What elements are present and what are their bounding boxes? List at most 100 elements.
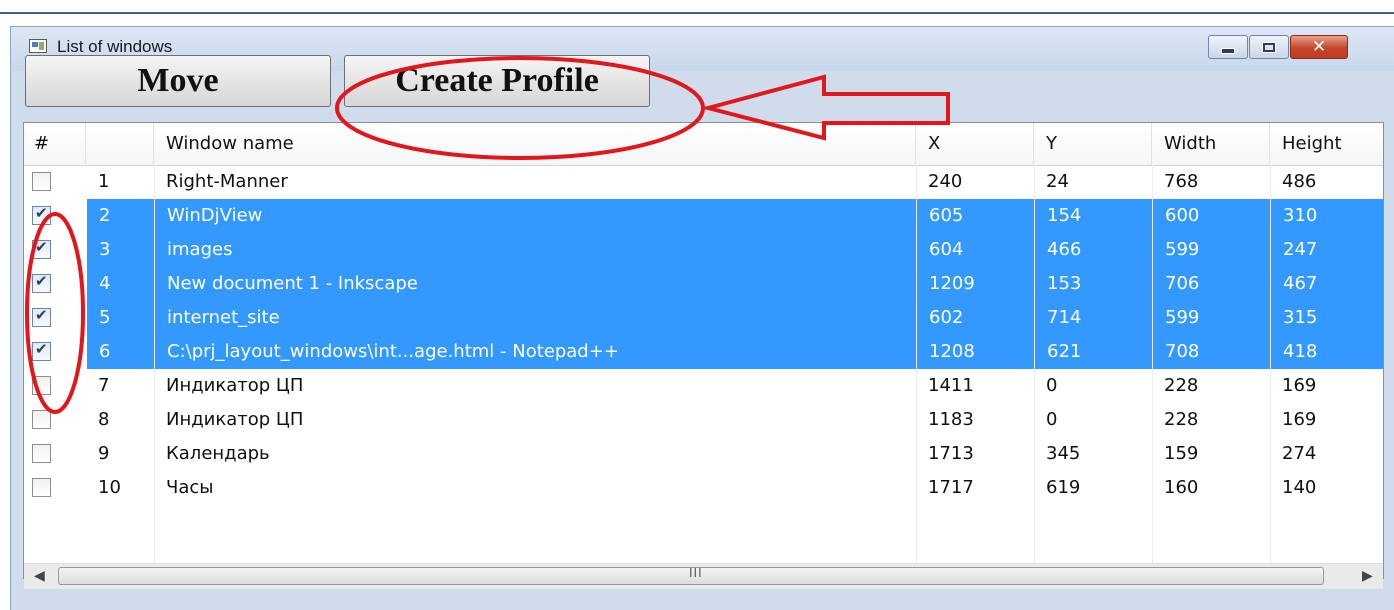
row-index: 7 xyxy=(98,375,110,396)
row-width: 706 xyxy=(1152,267,1270,301)
row-index: 5 xyxy=(86,301,154,335)
row-checkbox[interactable] xyxy=(32,172,51,191)
row-width: 708 xyxy=(1152,335,1270,369)
table-row[interactable]: 5internet_site602714599315 xyxy=(24,301,1383,335)
column-header-hash[interactable]: # xyxy=(24,123,86,165)
table-row[interactable]: 3images604466599247 xyxy=(24,233,1383,267)
row-window-name: C:\prj_layout_windows\int...age.html - N… xyxy=(154,335,916,369)
row-checkbox[interactable] xyxy=(32,272,51,293)
row-height: 467 xyxy=(1270,267,1383,301)
column-header-height[interactable]: Height xyxy=(1270,123,1383,165)
row-x: 1209 xyxy=(916,267,1034,301)
column-header-x[interactable]: X xyxy=(916,123,1034,165)
create-profile-button[interactable]: Create Profile xyxy=(344,55,650,107)
row-width: 599 xyxy=(1152,301,1270,335)
row-y: 0 xyxy=(1046,375,1058,396)
row-height: 169 xyxy=(1282,375,1317,396)
row-x: 1183 xyxy=(928,409,974,430)
row-height: 310 xyxy=(1270,199,1383,233)
scrollbar-thumb[interactable]: III xyxy=(58,566,1324,585)
row-x: 602 xyxy=(916,301,1034,335)
row-checkbox[interactable] xyxy=(32,410,51,429)
row-checkbox[interactable] xyxy=(32,306,51,327)
row-y: 345 xyxy=(1046,443,1081,464)
top-edge xyxy=(0,0,1394,14)
row-width: 160 xyxy=(1164,477,1199,498)
row-x: 240 xyxy=(928,171,963,192)
scroll-right-icon[interactable]: ▶ xyxy=(1362,568,1373,584)
column-header-index[interactable] xyxy=(86,123,154,165)
close-button[interactable]: ✕ xyxy=(1290,35,1348,59)
minimize-icon xyxy=(1221,48,1235,54)
row-x: 605 xyxy=(916,199,1034,233)
row-checkbox[interactable] xyxy=(32,444,51,463)
move-button[interactable]: Move xyxy=(25,55,331,107)
row-width: 599 xyxy=(1152,233,1270,267)
scrollbar-grip: III xyxy=(689,566,703,580)
row-index: 3 xyxy=(86,233,154,267)
table-row[interactable]: 4New document 1 - Inkscape1209153706467 xyxy=(24,267,1383,301)
row-y: 154 xyxy=(1034,199,1152,233)
table-row[interactable]: 7 Индикатор ЦП 1411 0 228 169 xyxy=(24,369,1383,403)
row-checkbox[interactable] xyxy=(32,204,51,225)
row-x: 1208 xyxy=(916,335,1034,369)
window-title: List of windows xyxy=(57,37,173,56)
table-row[interactable]: 8 Индикатор ЦП 1183 0 228 169 xyxy=(24,403,1383,437)
row-index: 4 xyxy=(86,267,154,301)
row-x: 1411 xyxy=(928,375,974,396)
row-checkbox[interactable] xyxy=(32,340,51,361)
row-window-name: Часы xyxy=(166,477,214,498)
table-header: # Window name X Y Width Height xyxy=(24,123,1383,166)
row-index: 6 xyxy=(86,335,154,369)
app-icon xyxy=(29,39,47,53)
table-row[interactable]: 2WinDjView605154600310 xyxy=(24,199,1383,233)
row-height: 486 xyxy=(1282,171,1317,192)
row-checkbox[interactable] xyxy=(32,376,51,395)
table-row[interactable]: 1 Right-Manner 240 24 768 486 xyxy=(24,165,1383,199)
row-window-name: Календарь xyxy=(166,443,270,464)
row-y: 466 xyxy=(1034,233,1152,267)
row-height: 274 xyxy=(1282,443,1317,464)
row-height: 169 xyxy=(1282,409,1317,430)
row-index: 1 xyxy=(98,171,110,192)
row-y: 0 xyxy=(1046,409,1058,430)
close-icon: ✕ xyxy=(1311,36,1327,57)
row-y: 619 xyxy=(1046,477,1081,498)
row-width: 768 xyxy=(1164,171,1199,192)
row-height: 315 xyxy=(1270,301,1383,335)
row-checkbox[interactable] xyxy=(32,238,51,259)
row-window-name: Right-Manner xyxy=(166,171,288,192)
row-index: 2 xyxy=(86,199,154,233)
row-window-name: internet_site xyxy=(154,301,916,335)
row-index: 8 xyxy=(98,409,110,430)
row-window-name: Индикатор ЦП xyxy=(166,375,304,396)
row-y: 153 xyxy=(1034,267,1152,301)
column-header-window-name[interactable]: Window name xyxy=(154,123,916,165)
row-y: 621 xyxy=(1034,335,1152,369)
row-width: 159 xyxy=(1164,443,1199,464)
row-y: 714 xyxy=(1034,301,1152,335)
row-height: 140 xyxy=(1282,477,1317,498)
row-width: 228 xyxy=(1164,409,1199,430)
row-width: 600 xyxy=(1152,199,1270,233)
row-height: 247 xyxy=(1270,233,1383,267)
table-row[interactable]: 6C:\prj_layout_windows\int...age.html - … xyxy=(24,335,1383,369)
row-checkbox[interactable] xyxy=(32,478,51,497)
maximize-icon xyxy=(1262,41,1276,53)
scroll-left-icon[interactable]: ◀ xyxy=(34,568,45,584)
maximize-button[interactable] xyxy=(1249,35,1289,59)
table-row[interactable]: 9 Календарь 1713 345 159 274 xyxy=(24,437,1383,471)
row-y: 24 xyxy=(1046,171,1069,192)
row-x: 1717 xyxy=(928,477,974,498)
minimize-button[interactable] xyxy=(1208,35,1248,59)
windows-table: # Window name X Y Width Height 1 Right-Ma… xyxy=(23,122,1384,579)
table-row[interactable]: 10 Часы 1717 619 160 140 xyxy=(24,471,1383,505)
row-index: 10 xyxy=(98,477,121,498)
column-header-width[interactable]: Width xyxy=(1152,123,1270,165)
horizontal-scrollbar[interactable]: ◀ III ▶ xyxy=(24,563,1383,589)
row-window-name: images xyxy=(154,233,916,267)
row-index: 9 xyxy=(98,443,110,464)
column-header-y[interactable]: Y xyxy=(1034,123,1152,165)
row-x: 604 xyxy=(916,233,1034,267)
row-x: 1713 xyxy=(928,443,974,464)
